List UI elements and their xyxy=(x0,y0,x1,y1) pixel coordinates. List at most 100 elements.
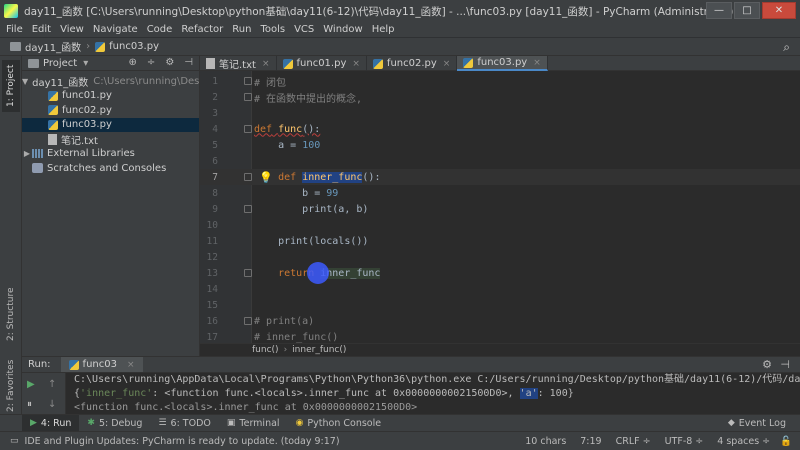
expanded-arrow-icon[interactable]: ▼ xyxy=(22,77,28,86)
tree-file-notes[interactable]: 笔记.txt xyxy=(22,132,199,147)
close-icon[interactable]: × xyxy=(127,360,135,370)
menu-window[interactable]: Window xyxy=(323,24,362,35)
close-icon[interactable]: × xyxy=(262,59,270,69)
tree-file-func02[interactable]: func02.py xyxy=(22,103,199,118)
line-number: 14 xyxy=(206,283,218,295)
editor-tabs: 笔记.txt × func01.py × func02.py × func03.… xyxy=(200,56,800,71)
tab-func02[interactable]: func02.py × xyxy=(367,56,458,71)
fold-marker-icon[interactable] xyxy=(244,317,252,325)
line-separator[interactable]: CRLF ÷ xyxy=(616,436,651,447)
project-view-selector[interactable]: Project xyxy=(43,58,77,69)
search-icon[interactable]: ⌕ xyxy=(783,40,790,55)
code-editor[interactable]: 1 # 闭包 2 # 在函数中提出的概念, 3 4 def func(): 5 … xyxy=(200,71,800,343)
editor-breadcrumb: func() › inner_func() xyxy=(200,343,800,356)
nav-crumb-file[interactable]: func03.py xyxy=(95,41,159,52)
menu-view[interactable]: View xyxy=(60,24,84,35)
menu-code[interactable]: Code xyxy=(147,24,173,35)
menu-vcs[interactable]: VCS xyxy=(294,24,314,35)
menu-run[interactable]: Run xyxy=(232,24,251,35)
menu-navigate[interactable]: Navigate xyxy=(93,24,138,35)
chevron-down-icon[interactable]: ▾ xyxy=(83,58,88,69)
scroll-down-icon[interactable]: ↓ xyxy=(48,399,56,410)
locate-file-icon[interactable]: ⊕ xyxy=(129,57,137,68)
collapsed-arrow-icon[interactable]: ▶ xyxy=(22,149,32,158)
todo-tool-tab[interactable]: ☰ 6: TODO xyxy=(150,415,218,432)
rerun-icon[interactable]: ▶ xyxy=(27,379,35,390)
gear-icon[interactable]: ⚙ xyxy=(762,358,772,371)
python-file-icon xyxy=(68,359,79,370)
minimize-button[interactable]: — xyxy=(706,2,732,19)
code-text: # 在函数中提出的概念, xyxy=(254,93,363,105)
hide-panel-icon[interactable]: ⊣ xyxy=(780,358,790,371)
tree-file-label: func01.py xyxy=(62,90,112,102)
run-config-tab[interactable]: func03 × xyxy=(60,357,143,372)
menu-file[interactable]: File xyxy=(6,24,23,35)
close-icon[interactable]: × xyxy=(352,59,360,69)
line-number: 11 xyxy=(206,235,218,247)
breadcrumb-inner-func[interactable]: inner_func() xyxy=(292,345,346,355)
caret-position[interactable]: 7:19 xyxy=(580,436,601,447)
event-log-tool-tab[interactable]: ◆ Event Log xyxy=(720,415,794,432)
menu-edit[interactable]: Edit xyxy=(32,24,51,35)
run-console[interactable]: C:\Users\running\AppData\Local\Programs\… xyxy=(66,373,800,414)
fold-marker-icon[interactable] xyxy=(244,93,252,101)
tool-tab-label: 4: Run xyxy=(40,417,72,429)
tool-windows-toggle-icon[interactable]: ▭ xyxy=(10,436,19,446)
project-tool-tab[interactable]: 1: Project xyxy=(2,60,20,112)
debug-tool-tab[interactable]: ✱ 5: Debug xyxy=(79,415,150,432)
gear-icon[interactable]: ⚙ xyxy=(165,57,174,68)
tab-notes[interactable]: 笔记.txt × xyxy=(200,56,277,71)
code-line: 1 # 闭包 xyxy=(200,73,800,89)
close-icon[interactable]: × xyxy=(443,59,451,69)
tree-file-func01[interactable]: func01.py xyxy=(22,89,199,104)
window-title: day11_函数 [C:\Users\running\Desktop\pytho… xyxy=(24,5,734,18)
favorites-tool-tab[interactable]: 2: Favorites xyxy=(2,356,20,416)
menu-help[interactable]: Help xyxy=(372,24,395,35)
python-file-icon xyxy=(48,90,58,101)
code-text: def func(): xyxy=(254,123,321,135)
tree-external-libraries[interactable]: ▶ External Libraries xyxy=(22,147,199,162)
tree-scratches[interactable]: Scratches and Consoles xyxy=(22,161,199,176)
run-tool-tab[interactable]: ▶ 4: Run xyxy=(22,414,80,432)
run-panel-header: Run: func03 × ⚙ ⊣ xyxy=(22,356,800,373)
tab-label: 笔记.txt xyxy=(219,60,256,71)
selection-chars: 10 chars xyxy=(525,435,567,447)
scroll-up-icon[interactable]: ↑ xyxy=(48,379,56,390)
fold-marker-icon[interactable] xyxy=(244,173,252,181)
crumb-separator: › xyxy=(283,345,288,355)
indent-setting[interactable]: 4 spaces ÷ xyxy=(717,436,770,447)
maximize-button[interactable]: □ xyxy=(734,2,760,19)
tab-func01[interactable]: func01.py × xyxy=(277,56,367,71)
fold-marker-icon[interactable] xyxy=(244,77,252,85)
line-number: 1 xyxy=(212,75,218,87)
fold-marker-icon[interactable] xyxy=(244,269,252,277)
collapse-all-icon[interactable]: ÷ xyxy=(147,57,155,68)
structure-tool-tab[interactable]: 2: Structure xyxy=(2,284,20,344)
code-text: # print(a) xyxy=(254,315,315,327)
python-file-icon xyxy=(372,58,383,69)
nav-crumb-project[interactable]: day11_函数 xyxy=(10,39,81,54)
status-message[interactable]: IDE and Plugin Updates: PyCharm is ready… xyxy=(25,436,512,447)
pause-icon[interactable]: ⏸ xyxy=(27,399,32,410)
menu-refactor[interactable]: Refactor xyxy=(181,24,223,35)
hide-panel-icon[interactable]: ⊣ xyxy=(184,57,193,68)
file-encoding[interactable]: UTF-8 ÷ xyxy=(665,436,704,447)
scratches-icon xyxy=(32,163,43,174)
close-icon[interactable]: × xyxy=(533,58,541,68)
terminal-tool-tab[interactable]: ▣ Terminal xyxy=(219,415,288,432)
breadcrumb-func[interactable]: func() xyxy=(252,345,279,355)
nav-crumb-project-label: day11_函数 xyxy=(25,43,82,54)
fold-marker-icon[interactable] xyxy=(244,125,252,133)
lock-icon[interactable]: 🔓 xyxy=(780,436,792,447)
python-console-tool-tab[interactable]: ◉ Python Console xyxy=(288,415,390,432)
project-tree: ▼ day11_函数 C:\Users\running\Desktop func… xyxy=(22,71,199,176)
tree-file-func03[interactable]: func03.py xyxy=(22,117,199,132)
close-button[interactable]: ✕ xyxy=(762,2,796,19)
tool-tab-label: Terminal xyxy=(239,417,280,429)
tree-root-folder[interactable]: ▼ day11_函数 C:\Users\running\Desktop xyxy=(22,74,199,89)
menu-tools[interactable]: Tools xyxy=(260,24,285,35)
tab-func03[interactable]: func03.py × xyxy=(457,56,548,71)
mouse-cursor-highlight xyxy=(307,262,329,284)
fold-marker-icon[interactable] xyxy=(244,205,252,213)
left-tool-strip: 1: Project 2: Structure 2: Favorites xyxy=(0,56,22,430)
